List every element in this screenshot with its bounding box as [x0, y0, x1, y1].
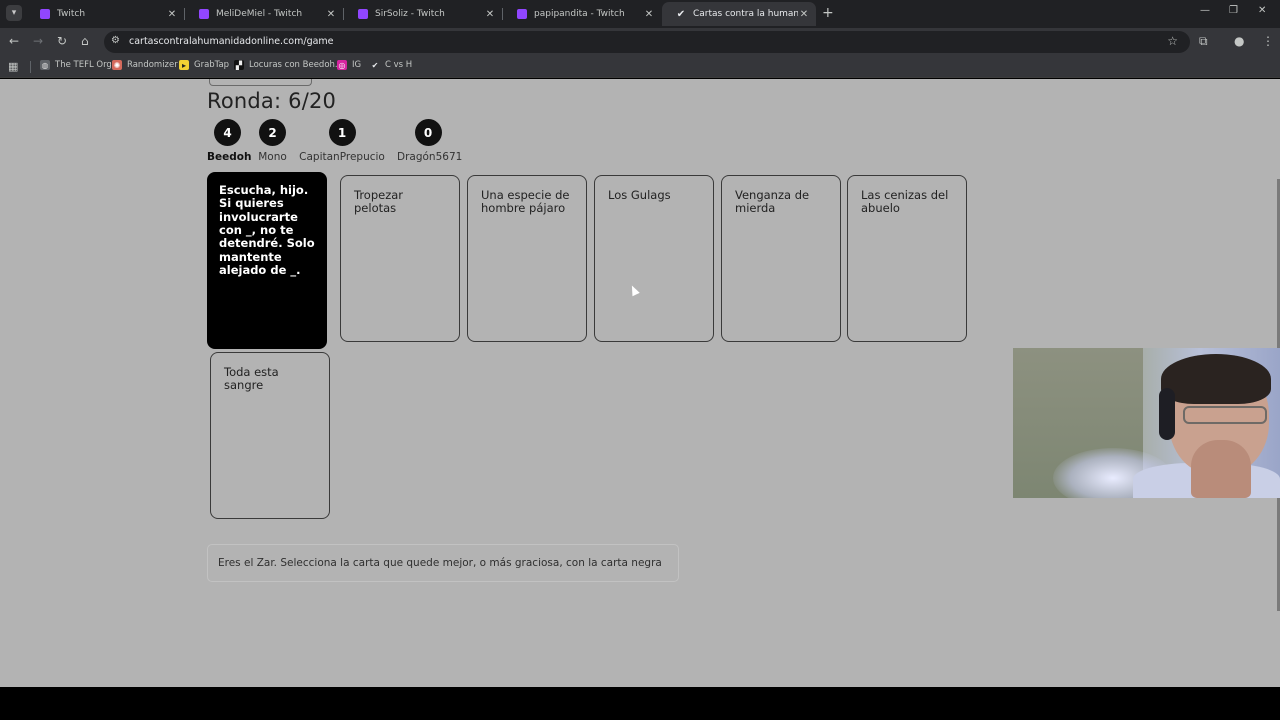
bookmark-star-icon[interactable]: ☆: [1167, 34, 1178, 48]
player-name: Dragón5671: [397, 151, 463, 163]
randomizer-icon: ✺: [112, 60, 122, 70]
tab-sirsoliz[interactable]: SirSoliz - Twitch ✕: [344, 2, 502, 26]
tab-title: papipandita - Twitch: [534, 9, 625, 19]
check-icon: ✔: [371, 60, 379, 70]
reload-icon[interactable]: ↻: [57, 34, 67, 48]
close-tab-icon[interactable]: ✕: [484, 9, 496, 20]
glasses-icon: [1183, 406, 1267, 424]
tab-papipandita[interactable]: papipandita - Twitch ✕: [503, 2, 661, 26]
close-tab-icon[interactable]: ✕: [798, 9, 810, 20]
tab-title: Twitch: [57, 9, 86, 19]
tab-melidemiel[interactable]: MeliDeMiel - Twitch ✕: [185, 2, 343, 26]
profile-avatar-icon[interactable]: ●: [1234, 34, 1244, 48]
webcam-hand: [1191, 440, 1251, 498]
tab-title: MeliDeMiel - Twitch: [216, 9, 303, 19]
header-button-edge: [209, 79, 312, 86]
home-icon[interactable]: ⌂: [81, 34, 89, 48]
bookmark-label: The TEFL Org: [55, 60, 112, 70]
check-icon: ✔: [676, 8, 686, 20]
white-card[interactable]: Los Gulags: [594, 175, 714, 342]
bookmark-label: IG: [352, 60, 362, 70]
player-beedoh: 4 Beedoh: [207, 119, 252, 163]
bookmark-randomizer[interactable]: ✺ Randomizer: [112, 60, 178, 70]
address-bar[interactable]: ⚙ cartascontralahumanidadonline.com/game…: [104, 31, 1190, 53]
bookmark-separator: [30, 61, 31, 73]
bookmark-label: GrabTap: [194, 60, 230, 70]
white-card[interactable]: Tropezar pelotas: [340, 175, 460, 342]
player-dragon5671: 0 Dragón5671: [397, 119, 463, 163]
twitch-icon: [40, 9, 50, 19]
white-card[interactable]: Venganza de mierda: [721, 175, 841, 342]
close-tab-icon[interactable]: ✕: [325, 9, 337, 20]
url-text[interactable]: cartascontralahumanidadonline.com/game: [129, 36, 334, 47]
bookmark-cvsh[interactable]: ✔ C vs H: [370, 60, 413, 70]
bookmarks-bar: ▦ ◍ The TEFL Org ✺ Randomizer ▸ GrabTap …: [0, 56, 1280, 78]
round-counter: Ronda: 6/20: [207, 89, 337, 113]
minimize-icon[interactable]: —: [1200, 5, 1210, 16]
white-card[interactable]: Toda esta sangre: [210, 352, 330, 519]
bookmark-locuras[interactable]: ▞ Locuras con Beedoh...: [234, 60, 343, 70]
webcam-overlay: [1013, 348, 1280, 498]
tab-twitch[interactable]: Twitch ✕: [26, 2, 184, 26]
player-score: 4: [214, 119, 241, 146]
player-score: 2: [259, 119, 286, 146]
close-tab-icon[interactable]: ✕: [166, 9, 178, 20]
bookmark-label: Randomizer: [127, 60, 178, 70]
bookmark-label: C vs H: [385, 60, 413, 70]
extensions-icon[interactable]: ⧉: [1199, 34, 1208, 49]
player-name: Mono: [258, 151, 287, 163]
tab-title: SirSoliz - Twitch: [375, 9, 445, 19]
twitch-icon: [358, 9, 368, 19]
player-score: 0: [414, 119, 442, 146]
menu-icon[interactable]: ⋮: [1262, 34, 1274, 48]
grabtap-icon: ▸: [179, 60, 189, 70]
twitch-icon: [517, 9, 527, 19]
apps-grid-icon[interactable]: ▦: [8, 60, 18, 73]
back-icon[interactable]: ←: [9, 34, 19, 48]
instructions-text: Eres el Zar. Selecciona la carta que que…: [218, 557, 662, 569]
player-capitanprepucio: 1 CapitanPrepucio: [297, 119, 387, 163]
black-card: Escucha, hijo. Si quieres involucrarte c…: [207, 172, 327, 349]
new-tab-button[interactable]: +: [822, 5, 834, 21]
player-name: Beedoh: [207, 151, 252, 163]
site-info-icon[interactable]: ⚙: [111, 35, 120, 46]
restore-icon[interactable]: ❐: [1229, 5, 1238, 16]
forward-icon[interactable]: →: [33, 34, 43, 48]
tab-title: Cartas contra la humanidad onl: [693, 9, 798, 19]
tab-search-icon[interactable]: ▾: [6, 5, 22, 21]
bookmark-label: Locuras con Beedoh...: [249, 60, 344, 70]
headset-icon: [1159, 388, 1175, 440]
twitch-icon: [199, 9, 209, 19]
white-card[interactable]: Una especie de hombre pájaro: [467, 175, 587, 342]
instagram-icon: ◎: [337, 60, 347, 70]
webcam-hair: [1161, 354, 1271, 404]
tab-cartas-active[interactable]: ✔ Cartas contra la humanidad onl ✕: [662, 2, 816, 26]
bookmark-ig[interactable]: ◎ IG: [337, 60, 361, 70]
player-name: CapitanPrepucio: [299, 151, 385, 163]
browser-toolbar: ← → ↻ ⌂ ⚙ cartascontralahumanidadonline.…: [0, 28, 1280, 56]
clapper-icon: ▞: [234, 60, 244, 70]
taskbar-area: [0, 687, 1280, 720]
player-score: 1: [328, 119, 356, 146]
player-mono: 2 Mono: [257, 119, 288, 163]
globe-icon: ◍: [40, 60, 50, 70]
bookmark-tefl[interactable]: ◍ The TEFL Org: [40, 60, 112, 70]
close-window-icon[interactable]: ✕: [1258, 5, 1266, 16]
tab-strip: ▾ Twitch ✕ MeliDeMiel - Twitch ✕ SirSoli…: [0, 0, 1280, 28]
close-tab-icon[interactable]: ✕: [643, 9, 655, 20]
czar-instructions: Eres el Zar. Selecciona la carta que que…: [207, 544, 679, 582]
white-card[interactable]: Las cenizas del abuelo: [847, 175, 967, 342]
bookmark-grabtap[interactable]: ▸ GrabTap: [179, 60, 229, 70]
